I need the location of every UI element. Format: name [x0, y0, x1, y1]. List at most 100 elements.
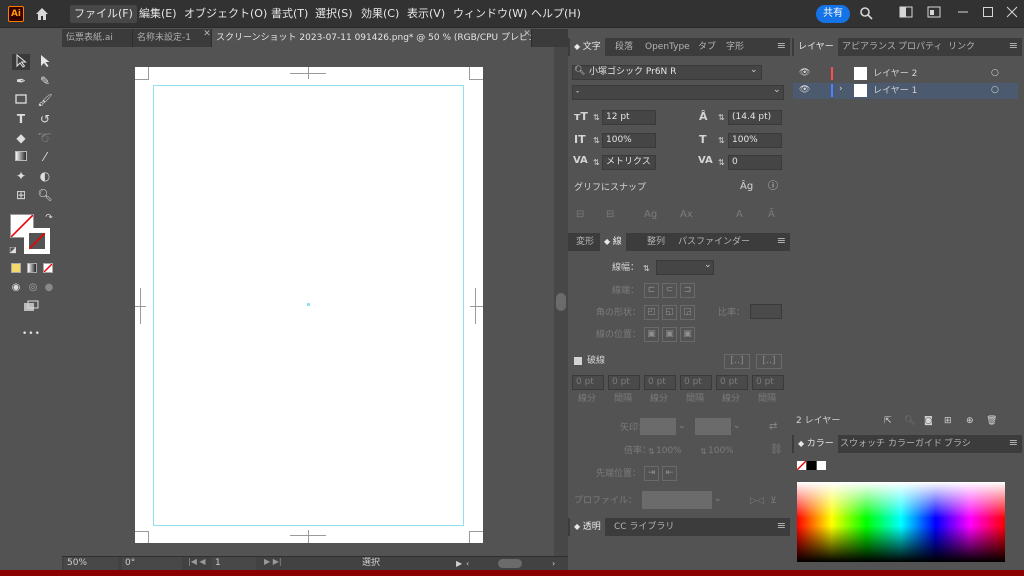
edit-toolbar-icon[interactable]: •••: [22, 326, 40, 342]
stepper-icon[interactable]: ⇅: [718, 157, 725, 169]
dash-value-field[interactable]: 0 pt: [644, 375, 676, 390]
gradient-tool-icon[interactable]: [12, 149, 30, 165]
lasso-tool-icon[interactable]: ➰: [36, 130, 54, 146]
stepper-icon[interactable]: ⇅: [593, 157, 600, 169]
tab-document-1[interactable]: 伝票表紙.ai: [62, 29, 133, 47]
close-tab-icon[interactable]: ✕: [202, 29, 212, 39]
snap-glyph-bounds-icon[interactable]: Ag: [644, 209, 657, 221]
dash-value-field[interactable]: 0 pt: [608, 375, 640, 390]
screen-mode-icon[interactable]: [22, 300, 40, 316]
eraser-tool-icon[interactable]: ◆: [12, 130, 30, 146]
dash-value-field[interactable]: 0 pt: [572, 375, 604, 390]
tab-transparency[interactable]: ◆ 透明: [570, 518, 605, 536]
kerning-field[interactable]: メトリクス: [602, 155, 656, 170]
snap-proximity-icon[interactable]: Ax: [680, 209, 693, 221]
tab-character[interactable]: ◆ 文字: [570, 38, 605, 56]
tab-color[interactable]: ◆ カラー: [794, 435, 838, 453]
rotation-field[interactable]: 0°: [122, 557, 182, 570]
stepper-icon[interactable]: ⇅: [593, 112, 600, 124]
tab-layers[interactable]: レイヤー: [794, 38, 838, 56]
flip-horizontal-icon[interactable]: ▷◁: [750, 495, 764, 507]
share-button[interactable]: 共有: [816, 5, 850, 23]
scroll-thumb[interactable]: [556, 293, 566, 311]
gradient-mode-icon[interactable]: [27, 263, 37, 273]
stepper-icon[interactable]: ⇅: [718, 112, 725, 124]
info-icon[interactable]: ⓘ: [768, 181, 778, 193]
search-icon[interactable]: [858, 6, 874, 22]
zoom-field[interactable]: 50%: [64, 557, 118, 570]
brush-tool-icon[interactable]: 🖌: [36, 92, 54, 108]
horizontal-scroll-thumb[interactable]: [498, 559, 522, 568]
panel-menu-icon[interactable]: ≡: [777, 234, 786, 247]
menu-type[interactable]: 書式(T): [267, 5, 312, 23]
horizontal-scale-field[interactable]: 100%: [728, 133, 782, 148]
locate-object-icon[interactable]: 🔍︎: [904, 415, 915, 427]
scroll-right-arrow[interactable]: ›: [552, 557, 555, 570]
align-outside-icon[interactable]: ▣: [680, 327, 695, 342]
shape-builder-icon[interactable]: ◐: [36, 168, 54, 184]
tab-brushes[interactable]: ブラシ: [944, 435, 971, 453]
snap-xheight-icon[interactable]: ⊟: [606, 209, 614, 221]
chevron-down-icon[interactable]: ⌄: [678, 421, 686, 431]
snap-anchor-icon[interactable]: Ã: [768, 209, 775, 221]
minimize-icon[interactable]: [955, 6, 971, 22]
new-layer-icon[interactable]: ⊕: [966, 415, 974, 427]
chevron-down-icon[interactable]: ⌄: [773, 85, 781, 95]
arrow-scale-start[interactable]: 100%: [656, 445, 682, 457]
tab-color-guide[interactable]: カラーガイド: [888, 435, 942, 453]
black-swatch[interactable]: [807, 461, 816, 470]
curvature-tool-icon[interactable]: ✎: [36, 73, 54, 89]
align-inside-icon[interactable]: ▣: [662, 327, 677, 342]
layer-row[interactable]: 👁 レイヤー 2 ○: [793, 66, 1018, 82]
chevron-right-icon[interactable]: ›: [839, 84, 843, 94]
draw-inside-icon[interactable]: ●: [40, 280, 58, 296]
menu-edit[interactable]: 編集(E): [135, 5, 181, 23]
tab-align[interactable]: 整列: [647, 233, 665, 251]
tab-stroke[interactable]: ◆ 線: [600, 233, 626, 251]
tab-swatches[interactable]: スウォッチ: [840, 435, 885, 453]
new-sublayer-icon[interactable]: ⊞: [944, 415, 952, 427]
rectangle-tool-icon[interactable]: [12, 92, 30, 108]
layer-row-selected[interactable]: 👁 › レイヤー 1 ○: [793, 83, 1018, 99]
panel-menu-icon[interactable]: ≡: [1009, 436, 1018, 449]
menu-select[interactable]: 選択(S): [311, 5, 357, 23]
menu-object[interactable]: オブジェクト(O): [180, 5, 271, 23]
dashed-checkbox[interactable]: [574, 357, 582, 365]
square-cap-icon[interactable]: ⊐: [680, 283, 695, 298]
glyph-snap-icon[interactable]: Âg: [740, 181, 753, 193]
miter-join-icon[interactable]: ◰: [644, 305, 659, 320]
target-icon[interactable]: ○: [991, 85, 999, 95]
dash-value-field[interactable]: 0 pt: [716, 375, 748, 390]
tab-properties[interactable]: プロパティ: [898, 38, 942, 56]
menu-window[interactable]: ウィンドウ(W): [449, 5, 531, 23]
next-artboard-icon[interactable]: ▶ ▶|: [264, 557, 282, 566]
arrow-scale-end[interactable]: 100%: [708, 445, 734, 457]
white-swatch[interactable]: [817, 461, 826, 470]
artboard-number-field[interactable]: 1: [212, 557, 256, 570]
layer-name[interactable]: レイヤー 2: [873, 68, 917, 80]
chevron-down-icon[interactable]: ⌄: [704, 260, 712, 270]
none-mode-icon[interactable]: [43, 263, 53, 273]
tip-extend-icon[interactable]: ⇥: [644, 466, 659, 481]
bevel-join-icon[interactable]: ◲: [680, 305, 695, 320]
menu-view[interactable]: 表示(V): [403, 5, 449, 23]
eyedropper-tool-icon[interactable]: ⁄: [36, 149, 54, 165]
profile-select[interactable]: [642, 491, 712, 509]
miter-limit-field[interactable]: [750, 304, 782, 319]
tab-links[interactable]: リンク: [948, 38, 975, 56]
direct-selection-icon[interactable]: [36, 54, 54, 70]
stepper-icon[interactable]: ⇅: [643, 263, 650, 275]
tab-tabs[interactable]: タブ: [698, 38, 716, 56]
snap-angle-icon[interactable]: A: [736, 209, 743, 221]
tab-appearance[interactable]: アピアランス: [842, 38, 896, 56]
status-menu-arrow[interactable]: ▶: [456, 557, 462, 570]
artboard-tool-icon[interactable]: ⊞: [12, 187, 30, 203]
align-center-icon[interactable]: ▣: [644, 327, 659, 342]
chevron-down-icon[interactable]: ⌄: [750, 65, 758, 75]
dash-value-field[interactable]: 0 pt: [680, 375, 712, 390]
zoom-tool-icon[interactable]: 🔍︎: [36, 187, 54, 203]
symbol-sprayer-icon[interactable]: ✦: [12, 168, 30, 184]
swap-arrows-icon[interactable]: ⇄: [769, 421, 777, 432]
workspace-icon[interactable]: [898, 6, 914, 22]
panel-menu-icon[interactable]: ≡: [1009, 39, 1018, 52]
